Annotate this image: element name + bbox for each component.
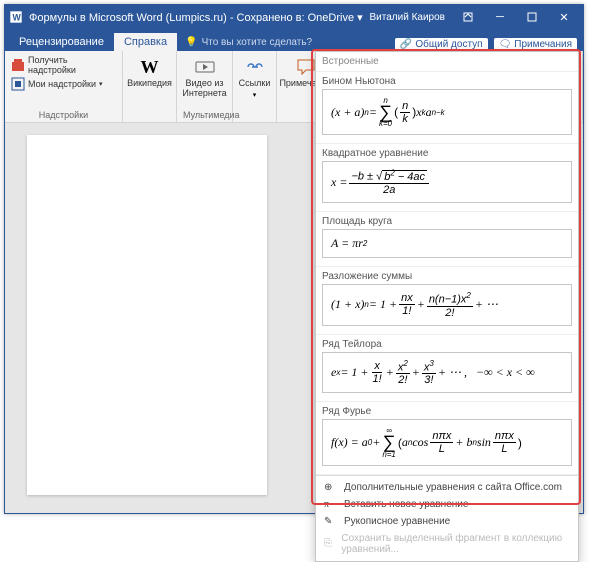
- my-addins-button[interactable]: Мои надстройки ▾: [11, 77, 116, 91]
- equation-binomial[interactable]: (x + a)n = n∑k=0 (nk) xkan−k: [322, 89, 572, 135]
- share-button[interactable]: 🔗 Общий доступ: [395, 38, 488, 51]
- dropdown-icon: ▾: [253, 91, 257, 99]
- window-title: Формулы в Microsoft Word (Lumpics.ru) - …: [29, 11, 370, 24]
- pi-icon: π: [324, 499, 338, 510]
- close-button[interactable]: ✕: [549, 7, 579, 27]
- store-icon: [11, 58, 25, 72]
- share-icon: 🔗: [400, 39, 412, 50]
- titlebar: W Формулы в Microsoft Word (Lumpics.ru) …: [5, 5, 583, 29]
- insert-new-equation[interactable]: π Вставить новое уравнение: [316, 496, 578, 513]
- equation-name: Ряд Фурье: [322, 406, 572, 417]
- group-label-media: Мультимедиа: [183, 110, 226, 120]
- equation-gallery-panel: Встроенные Бином Ньютона (x + a)n = n∑k=…: [315, 51, 579, 562]
- equation-circle-area[interactable]: A = πr2: [322, 229, 572, 258]
- group-label-addins: Надстройки: [11, 110, 116, 120]
- tell-me-search[interactable]: 💡 Что вы хотите сделать?: [177, 34, 395, 51]
- tab-review[interactable]: Рецензирование: [9, 33, 114, 51]
- dropdown-icon: ▾: [99, 80, 103, 88]
- get-addins-button[interactable]: Получить надстройки: [11, 55, 116, 75]
- word-doc-icon: W: [9, 10, 23, 24]
- comments-button[interactable]: 🗨 Примечания: [494, 38, 577, 51]
- equation-expansion[interactable]: (1 + x)n = 1 + nx1! + n(n−1)x22! + ⋯: [322, 284, 572, 326]
- minimize-button[interactable]: ─: [485, 7, 515, 27]
- equation-name: Квадратное уравнение: [322, 148, 572, 159]
- ribbon-tabs: Рецензирование Справка 💡 Что вы хотите с…: [5, 29, 583, 51]
- more-equations-office[interactable]: ⊕ Дополнительные уравнения с сайта Offic…: [316, 479, 578, 496]
- addins-icon: [11, 77, 25, 91]
- equation-quadratic[interactable]: x = −b ± √b2 − 4ac2a: [322, 161, 572, 203]
- office-icon: ⊕: [324, 482, 338, 493]
- maximize-button[interactable]: [517, 7, 547, 27]
- comment-icon: 🗨: [499, 39, 512, 50]
- equation-name: Разложение суммы: [322, 271, 572, 282]
- links-button[interactable]: Ссылки ▾: [239, 55, 270, 101]
- equation-name: Бином Ньютона: [322, 76, 572, 87]
- equation-fourier[interactable]: f(x) = a0 + ∞∑n=1 (an cos nπxL + bn sin …: [322, 419, 572, 465]
- wikipedia-icon: W: [140, 57, 160, 77]
- equation-name: Ряд Тейлора: [322, 339, 572, 350]
- svg-text:W: W: [13, 13, 22, 23]
- ink-icon: ✎: [324, 516, 338, 527]
- gallery-header: Встроенные: [316, 52, 578, 72]
- save-icon: ⎘: [324, 538, 335, 549]
- online-video-button[interactable]: Видео из Интернета: [183, 55, 226, 101]
- wikipedia-button[interactable]: W Википедия: [129, 55, 170, 91]
- lightbulb-icon: 💡: [185, 37, 197, 48]
- ribbon-collapse-button[interactable]: [453, 7, 483, 27]
- link-icon: [245, 57, 265, 77]
- equation-name: Площадь круга: [322, 216, 572, 227]
- user-name: Виталий Каиров: [370, 12, 445, 23]
- video-icon: [195, 57, 215, 77]
- page[interactable]: [27, 135, 267, 495]
- comment-bubble-icon: [296, 57, 316, 77]
- save-to-gallery: ⎘ Сохранить выделенный фрагмент в коллек…: [316, 530, 578, 558]
- ink-equation[interactable]: ✎ Рукописное уравнение: [316, 513, 578, 530]
- equation-taylor[interactable]: ex = 1 + x1! + x22! + x33! + ⋯ , −∞ < x …: [322, 352, 572, 394]
- tab-help[interactable]: Справка: [114, 33, 177, 51]
